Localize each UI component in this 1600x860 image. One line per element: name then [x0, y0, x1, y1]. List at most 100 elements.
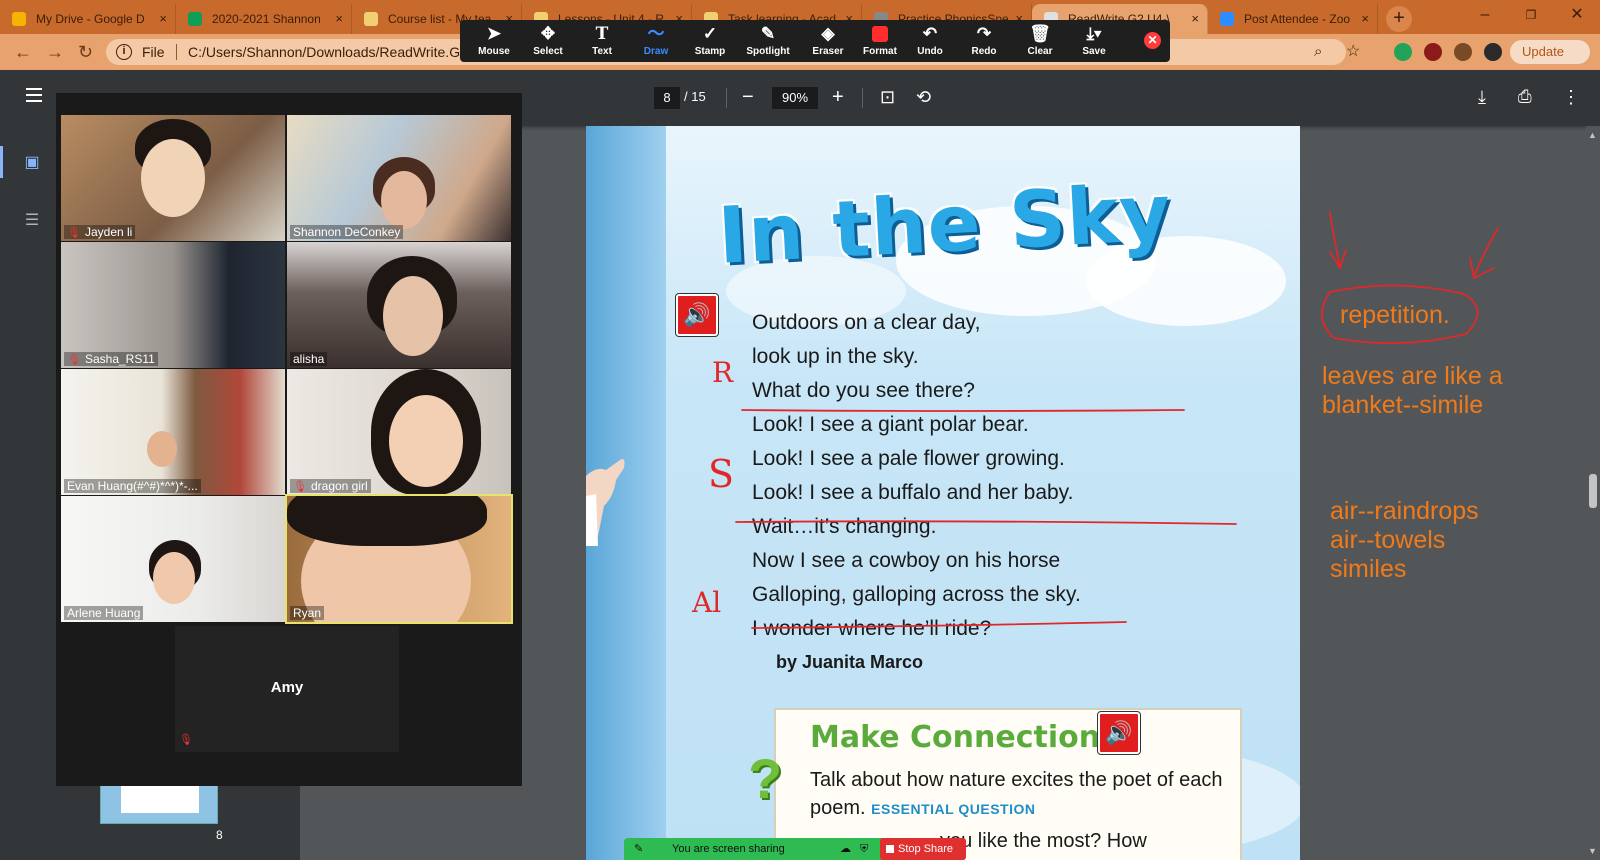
close-tab-icon[interactable]: × [335, 4, 343, 34]
page-total: / 15 [684, 89, 706, 104]
outline-icon[interactable]: ☰ [22, 210, 42, 229]
participant-name: Ryan [290, 606, 325, 620]
stop-share-button[interactable]: Stop Share [880, 838, 966, 860]
thumbnail-page-number: 8 [216, 828, 223, 842]
tool-spotlight[interactable]: ✎ Spotlight [740, 22, 796, 60]
url-scheme: File [142, 44, 165, 60]
scrollbar-thumb[interactable] [1589, 474, 1597, 508]
close-tab-icon[interactable]: × [1191, 4, 1199, 34]
ublock-icon[interactable] [1424, 43, 1442, 61]
browser-tab[interactable]: 2020-2021 Shannon × [176, 4, 352, 34]
vertical-scrollbar[interactable]: ▲ ▼ [1586, 126, 1600, 860]
tool-select[interactable]: ✥ Select [520, 22, 576, 60]
zoom-icon [1220, 12, 1234, 26]
tool-redo[interactable]: ↷ Redo [956, 22, 1012, 60]
avatar[interactable] [1484, 43, 1502, 61]
text-icon: T [595, 24, 609, 44]
participant-tile[interactable]: Shannon DeConkey [287, 115, 511, 241]
close-annotation-icon[interactable]: ✕ [1144, 32, 1161, 49]
tool-save[interactable]: ⤓▾ Save [1066, 22, 1122, 60]
red-arrow-stroke [1469, 227, 1499, 280]
zoom-in-icon[interactable]: + [832, 84, 844, 110]
participant-name-text: alisha [293, 352, 325, 366]
mic-muted-icon: 🎙 [293, 481, 307, 493]
zoom-level-input[interactable]: 90% [772, 87, 818, 109]
bookmark-star-icon[interactable]: ☆ [1346, 39, 1360, 65]
margin-mark-repetition: R [712, 356, 734, 389]
menu-icon[interactable] [26, 88, 42, 106]
browser-tab[interactable]: My Drive - Google D × [0, 4, 176, 34]
minimize-button[interactable]: – [1462, 0, 1508, 32]
note-repetition: repetition. [1340, 301, 1450, 329]
close-tab-icon[interactable]: × [1361, 4, 1369, 34]
extension-icon[interactable] [1394, 43, 1412, 61]
poem-line: Galloping, galloping across the sky. [752, 583, 1081, 606]
move-icon: ✥ [540, 24, 556, 43]
undo-icon: ↶ [922, 24, 938, 43]
participant-tile[interactable]: 🎙 Sasha_RS11 [61, 242, 285, 368]
participant-tile[interactable]: 🎙 Jayden li [61, 115, 285, 241]
tool-label: Undo [917, 46, 943, 57]
zoom-out-icon[interactable]: − [742, 84, 754, 110]
shield-icon[interactable]: ⛨ [860, 838, 868, 860]
participant-name-text: Arlene Huang [67, 606, 141, 620]
participant-name: Arlene Huang [64, 606, 144, 620]
puzzle-icon[interactable] [1454, 43, 1472, 61]
tool-label: Clear [1027, 46, 1053, 57]
tool-stamp[interactable]: ✓ Stamp [682, 22, 738, 60]
browser-tab[interactable]: Post Attendee - Zoo × [1208, 4, 1378, 34]
save-icon: ⤓▾ [1086, 24, 1102, 43]
tool-format[interactable]: Format [852, 22, 908, 60]
participant-tile[interactable]: Evan Huang(#^#)*^*)*-... [61, 369, 285, 495]
url-text[interactable]: C:/Users/Shannon/Downloads/ReadWrite.G2. [188, 39, 472, 65]
participant-tile-active-speaker[interactable]: Ryan [285, 494, 513, 624]
fit-page-icon[interactable]: ⊡ [880, 84, 895, 110]
margin-mark-simile: S [708, 452, 735, 496]
note-simile-line-2: blanket--simile [1322, 391, 1484, 419]
audio-speaker-icon[interactable]: 🔊 [1097, 711, 1141, 755]
cloud-icon[interactable]: ☁ [840, 838, 851, 860]
mic-muted-icon: 🎙 [67, 354, 81, 366]
info-icon[interactable]: i [116, 44, 132, 60]
tool-draw[interactable]: 〜 Draw [628, 22, 684, 60]
download-icon[interactable]: ⤓ [1478, 84, 1486, 110]
tool-label: Text [592, 46, 612, 57]
video-subject [389, 395, 463, 487]
tool-label: Mouse [478, 46, 510, 57]
tool-label: Spotlight [746, 46, 790, 57]
note-similes-line-1: air--raindrops [1330, 497, 1479, 525]
tool-undo[interactable]: ↶ Undo [902, 22, 958, 60]
tool-mouse[interactable]: ➤ Mouse [466, 22, 522, 60]
thumbnails-icon[interactable]: ▣ [22, 152, 42, 171]
format-color-swatch [872, 26, 888, 42]
video-subject [141, 139, 205, 217]
participant-tile[interactable]: alisha [287, 242, 511, 368]
trash-icon: 🗑 [1029, 24, 1051, 43]
close-tab-icon[interactable]: × [159, 4, 167, 34]
close-window-button[interactable]: ✕ [1554, 0, 1600, 32]
back-icon[interactable]: ← [14, 42, 32, 63]
tool-label: Select [533, 46, 563, 57]
page-number-input[interactable]: 8 [654, 87, 680, 109]
participant-tile[interactable]: Arlene Huang [61, 496, 285, 622]
zoom-magnifier-icon[interactable]: ⌕ [1314, 39, 1322, 65]
tool-clear[interactable]: 🗑 Clear [1012, 22, 1068, 60]
tool-eraser[interactable]: ◈ Eraser [800, 22, 856, 60]
tool-text[interactable]: T Text [574, 22, 630, 60]
participant-tile-no-video[interactable]: Amy 🎙 [175, 626, 399, 752]
video-subject [383, 276, 443, 356]
print-icon[interactable]: ⎙ [1518, 84, 1532, 110]
restore-button[interactable]: ❐ [1508, 0, 1554, 32]
forward-icon[interactable]: → [46, 42, 64, 63]
reload-icon[interactable]: ↻ [78, 42, 93, 63]
more-options-icon[interactable]: ⋮ [1562, 84, 1580, 110]
audio-speaker-icon[interactable]: 🔊 [675, 293, 719, 337]
new-tab-button[interactable]: + [1386, 6, 1412, 32]
video-gallery[interactable]: 🎙 Jayden li Shannon DeConkey 🎙 Sasha_RS11 … [56, 93, 522, 786]
scroll-down-icon[interactable]: ▼ [1588, 846, 1597, 856]
scroll-up-icon[interactable]: ▲ [1588, 130, 1597, 140]
participant-tile[interactable]: 🎙 dragon girl [287, 369, 511, 495]
rotate-icon[interactable]: ⟲ [916, 84, 931, 110]
update-button[interactable]: Update [1510, 40, 1590, 64]
participant-name-text: Ryan [293, 606, 322, 620]
